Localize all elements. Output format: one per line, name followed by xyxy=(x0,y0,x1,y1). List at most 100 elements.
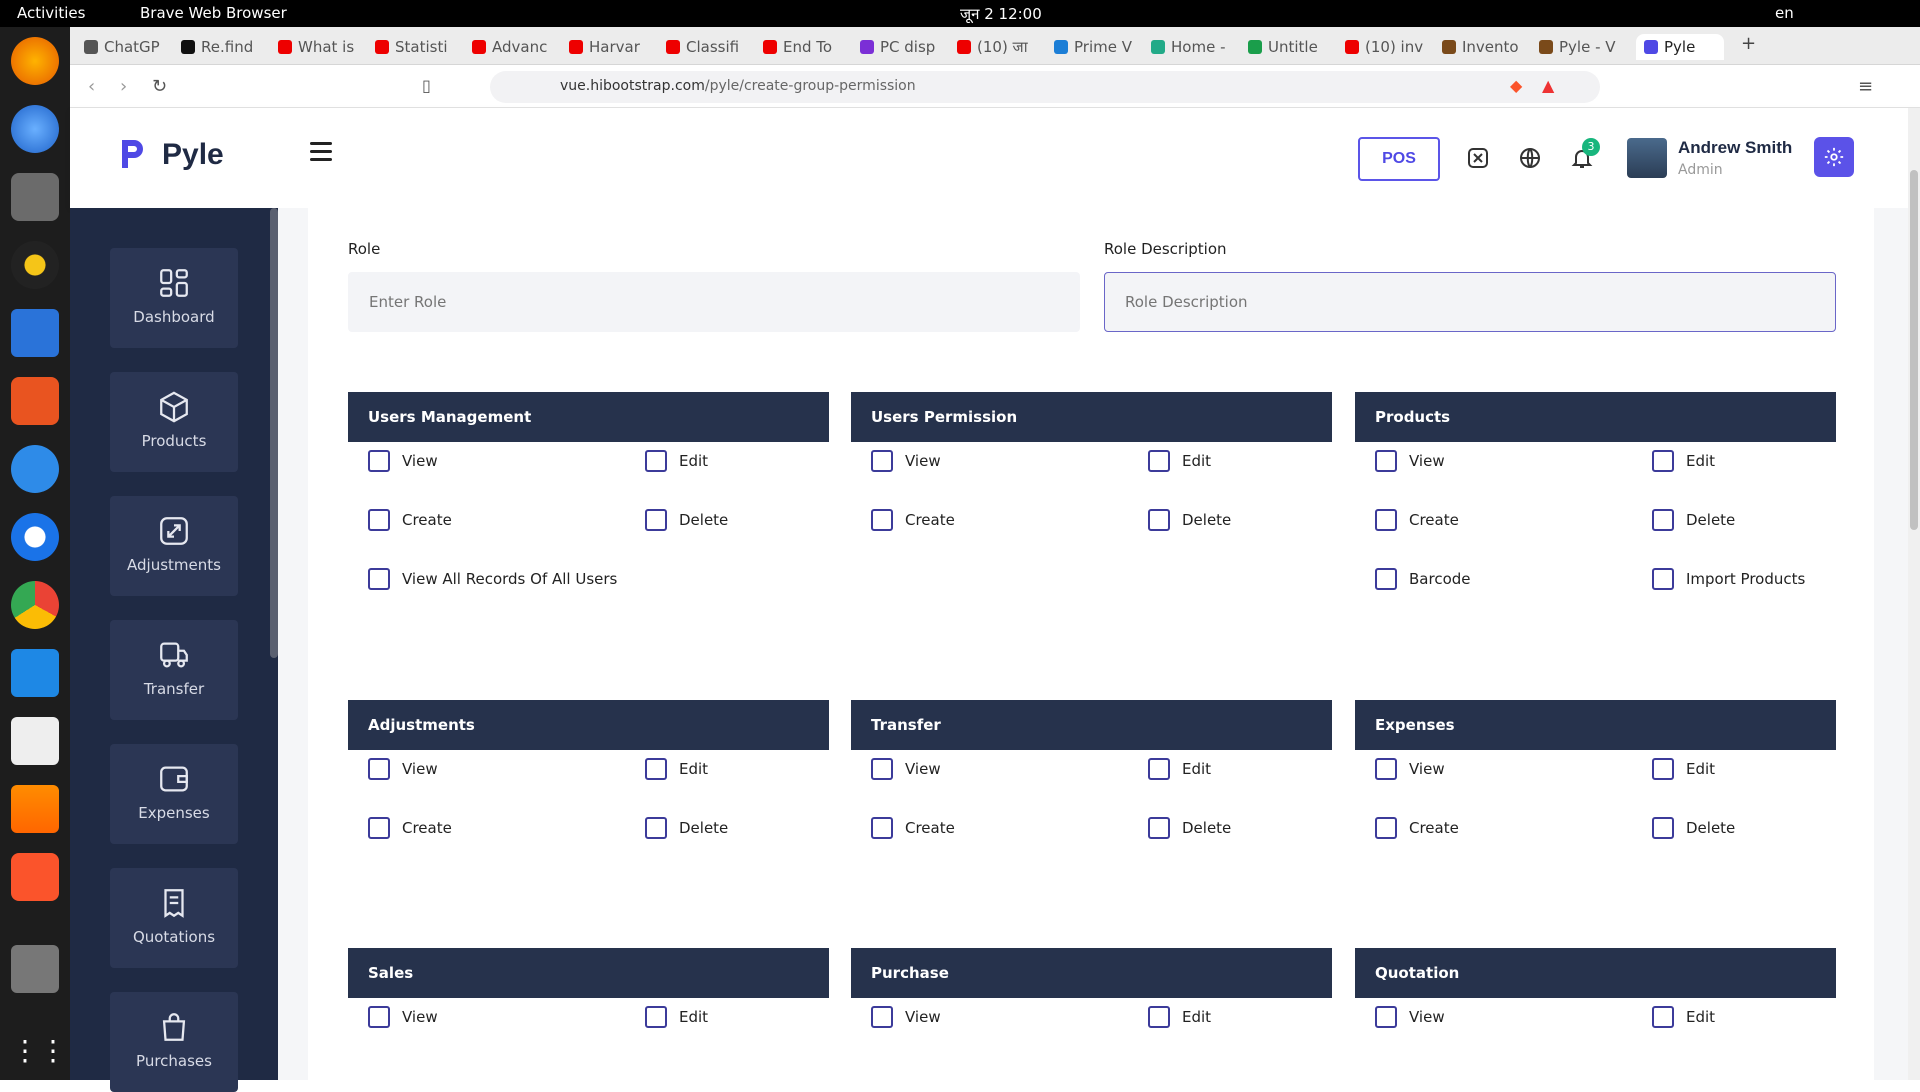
app-center-icon[interactable] xyxy=(11,377,59,425)
sidebar-item-adjustments[interactable]: Adjustments xyxy=(110,496,238,596)
avatar[interactable] xyxy=(1627,138,1667,178)
checkbox-box[interactable] xyxy=(1148,817,1170,839)
thunderbird-icon[interactable] xyxy=(11,105,59,153)
permission-checkbox[interactable]: Edit xyxy=(1652,450,1715,472)
disks-icon[interactable] xyxy=(11,945,59,993)
checkbox-box[interactable] xyxy=(1652,509,1674,531)
permission-checkbox[interactable]: Edit xyxy=(1652,1006,1715,1028)
checkbox-box[interactable] xyxy=(871,817,893,839)
vlc-icon[interactable] xyxy=(11,785,59,833)
bookmark-icon[interactable]: ▯ xyxy=(422,76,431,95)
browser-tab[interactable]: (10) जा xyxy=(957,34,1053,60)
checkbox-box[interactable] xyxy=(368,817,390,839)
permission-checkbox[interactable]: Delete xyxy=(1148,817,1231,839)
forward-icon[interactable]: › xyxy=(120,76,127,97)
checkbox-box[interactable] xyxy=(645,509,667,531)
permission-checkbox[interactable]: Edit xyxy=(1148,1006,1211,1028)
files-icon[interactable] xyxy=(11,173,59,221)
role-input[interactable] xyxy=(348,272,1080,332)
checkbox-box[interactable] xyxy=(1375,568,1397,590)
sidebar-item-quotations[interactable]: Quotations xyxy=(110,868,238,968)
checkbox-box[interactable] xyxy=(645,450,667,472)
permission-checkbox[interactable]: Barcode xyxy=(1375,568,1471,590)
page-scrollbar-thumb[interactable] xyxy=(1910,170,1918,530)
writer-icon[interactable] xyxy=(11,309,59,357)
document-viewer-icon[interactable] xyxy=(11,717,59,765)
firefox-icon[interactable] xyxy=(11,37,59,85)
browser-tab[interactable]: Home - xyxy=(1151,34,1247,60)
checkbox-box[interactable] xyxy=(1375,509,1397,531)
browser-tab[interactable]: Invento xyxy=(1442,34,1538,60)
show-apps-icon[interactable]: ⋮⋮⋮ xyxy=(11,1027,95,1075)
activities-button[interactable]: Activities xyxy=(17,4,85,22)
checkbox-box[interactable] xyxy=(368,758,390,780)
permission-checkbox[interactable]: View xyxy=(368,1006,438,1028)
checkbox-box[interactable] xyxy=(1375,758,1397,780)
globe-icon[interactable] xyxy=(1518,146,1542,170)
sidebar-item-products[interactable]: Products xyxy=(110,372,238,472)
sidebar-item-purchases[interactable]: Purchases xyxy=(110,992,238,1092)
browser-tab[interactable]: ChatGP xyxy=(84,34,180,60)
checkbox-box[interactable] xyxy=(645,758,667,780)
permission-checkbox[interactable]: Edit xyxy=(1148,450,1211,472)
clock[interactable]: जून 2 12:00 xyxy=(960,4,1042,24)
back-icon[interactable]: ‹ xyxy=(88,76,95,97)
browser-tab[interactable]: PC disp xyxy=(860,34,956,60)
browser-tab[interactable]: Statisti xyxy=(375,34,471,60)
language-indicator[interactable]: en xyxy=(1775,4,1794,22)
checkbox-box[interactable] xyxy=(1652,1006,1674,1028)
permission-checkbox[interactable]: Create xyxy=(1375,509,1459,531)
checkbox-box[interactable] xyxy=(1652,450,1674,472)
browser-tab[interactable]: (10) inv xyxy=(1345,34,1441,60)
sidebar-item-expenses[interactable]: Expenses xyxy=(110,744,238,844)
browser-tab[interactable]: End To xyxy=(763,34,859,60)
permission-checkbox[interactable]: View xyxy=(871,1006,941,1028)
checkbox-box[interactable] xyxy=(645,817,667,839)
permission-checkbox[interactable]: View xyxy=(871,758,941,780)
new-tab-icon[interactable]: + xyxy=(1741,33,1756,54)
checkbox-box[interactable] xyxy=(1148,758,1170,780)
permission-checkbox[interactable]: Delete xyxy=(1652,817,1735,839)
checkbox-box[interactable] xyxy=(1148,509,1170,531)
permission-checkbox[interactable]: View xyxy=(1375,450,1445,472)
permission-checkbox[interactable]: Delete xyxy=(1652,509,1735,531)
browser-tab[interactable]: Advanc xyxy=(472,34,568,60)
permission-checkbox[interactable]: View xyxy=(368,758,438,780)
brave-icon[interactable] xyxy=(11,853,59,901)
checkbox-box[interactable] xyxy=(871,1006,893,1028)
permission-checkbox[interactable]: Create xyxy=(368,817,452,839)
permission-checkbox[interactable]: View xyxy=(1375,758,1445,780)
fullscreen-icon[interactable] xyxy=(1466,146,1490,170)
checkbox-box[interactable] xyxy=(368,509,390,531)
checkbox-box[interactable] xyxy=(645,1006,667,1028)
brave-shields-icon[interactable]: ◆ xyxy=(1510,76,1522,95)
checkbox-box[interactable] xyxy=(1375,817,1397,839)
browser-tab[interactable]: Pyle - V xyxy=(1539,34,1635,60)
checkbox-box[interactable] xyxy=(1148,450,1170,472)
logo-text[interactable]: Pyle xyxy=(162,138,224,172)
chromium-icon[interactable] xyxy=(11,513,59,561)
permission-checkbox[interactable]: Edit xyxy=(645,1006,708,1028)
reload-icon[interactable]: ↻ xyxy=(152,76,167,97)
permission-checkbox[interactable]: View xyxy=(1375,1006,1445,1028)
tab-active[interactable]: Pyle xyxy=(1636,34,1724,60)
hamburger-icon[interactable] xyxy=(310,142,332,161)
permission-checkbox[interactable]: Delete xyxy=(1148,509,1231,531)
chrome-icon[interactable] xyxy=(11,581,59,629)
permission-checkbox[interactable]: Create xyxy=(871,817,955,839)
permission-checkbox[interactable]: Delete xyxy=(645,817,728,839)
checkbox-box[interactable] xyxy=(871,450,893,472)
browser-tab[interactable]: What is xyxy=(278,34,374,60)
permission-checkbox[interactable]: Edit xyxy=(645,450,708,472)
permission-checkbox[interactable]: Edit xyxy=(1652,758,1715,780)
checkbox-box[interactable] xyxy=(1148,1006,1170,1028)
checkbox-box[interactable] xyxy=(871,758,893,780)
sidebar-item-dashboard[interactable]: Dashboard xyxy=(110,248,238,348)
checkbox-box[interactable] xyxy=(1375,1006,1397,1028)
vscode-icon[interactable] xyxy=(11,649,59,697)
checkbox-box[interactable] xyxy=(1375,450,1397,472)
settings-button[interactable] xyxy=(1814,137,1854,177)
checkbox-box[interactable] xyxy=(368,450,390,472)
browser-tab[interactable]: Untitle xyxy=(1248,34,1344,60)
permission-checkbox[interactable]: View xyxy=(871,450,941,472)
